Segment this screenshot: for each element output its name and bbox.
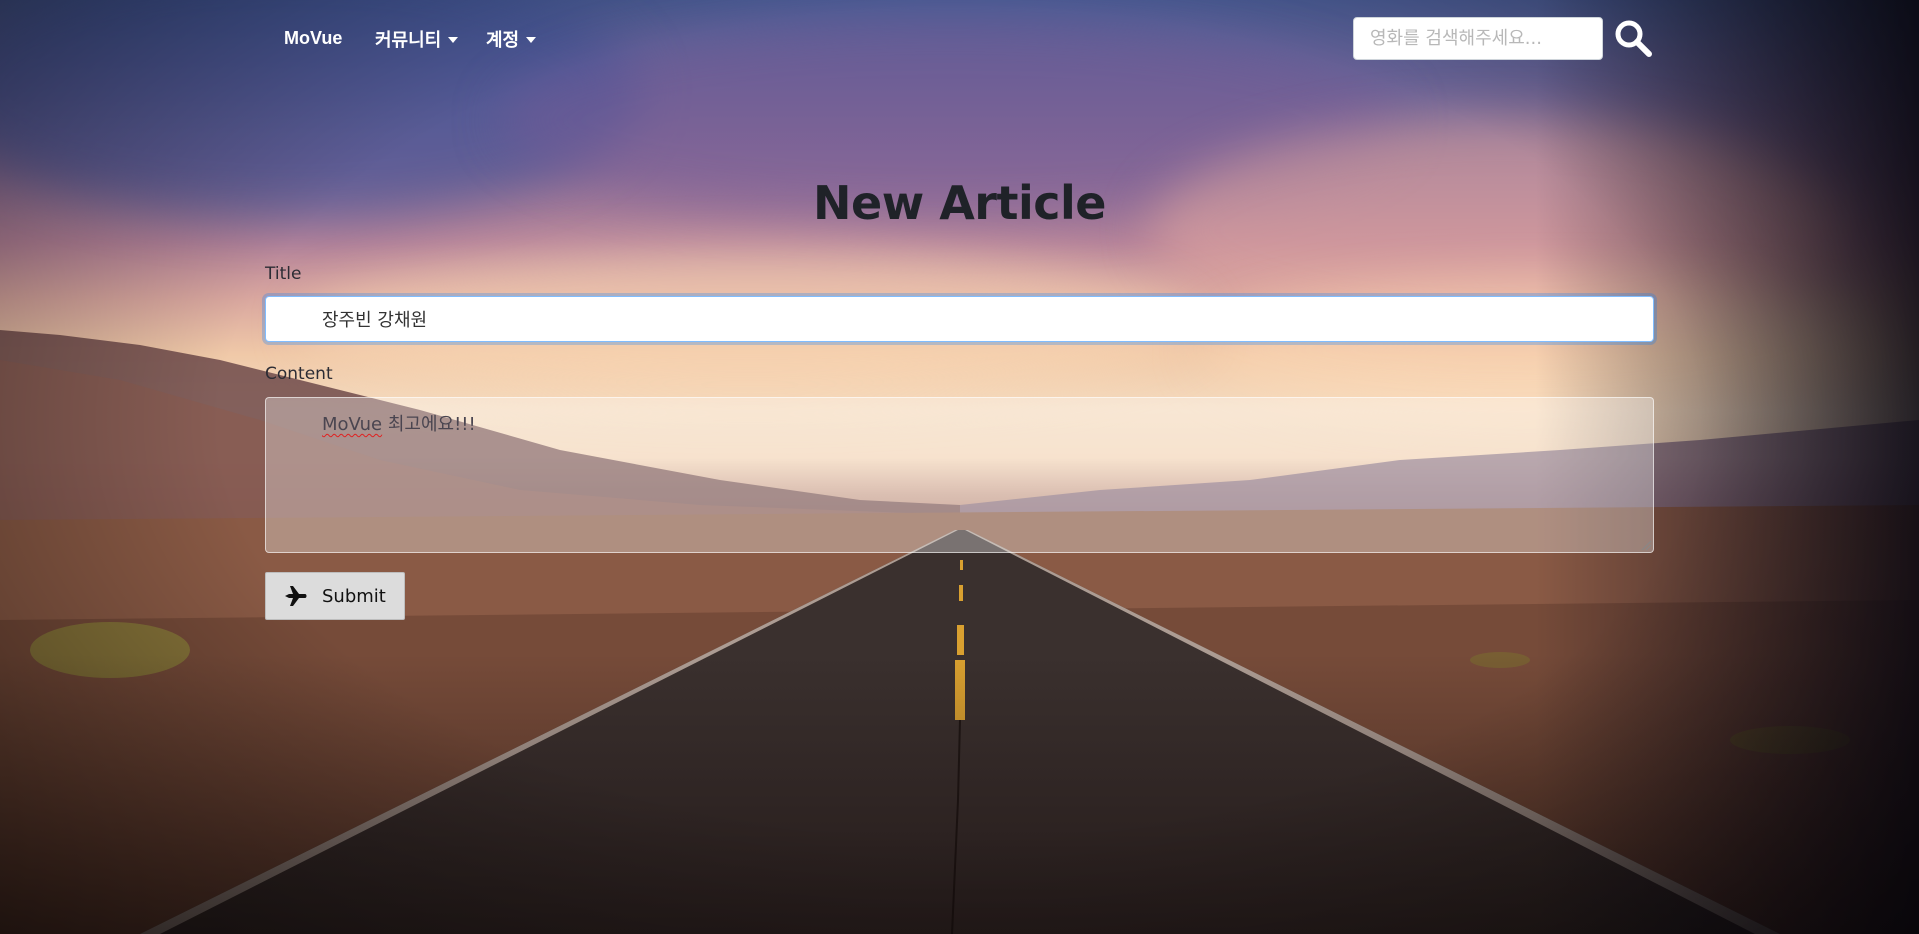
airplane-icon (285, 586, 307, 606)
community-dropdown-label: 커뮤니티 (375, 30, 442, 50)
top-navbar: MoVue 커뮤니티 계정 (0, 0, 1919, 76)
content-textarea[interactable]: MoVue 최고에요!!! (265, 397, 1654, 553)
resize-grip-icon[interactable] (1640, 539, 1652, 551)
search-button[interactable] (1612, 18, 1654, 60)
account-dropdown[interactable]: 계정 (486, 26, 537, 52)
title-input[interactable] (265, 296, 1654, 342)
caret-down-icon (448, 37, 459, 43)
page-title: New Article (813, 176, 1106, 230)
search-icon (1615, 20, 1652, 57)
misspelled-word: MoVue (322, 414, 383, 435)
brand-link[interactable]: MoVue (284, 28, 342, 49)
caret-down-icon (526, 37, 537, 43)
content-label: Content (265, 364, 333, 384)
content-text: 최고에요!!! (382, 414, 476, 435)
account-dropdown-label: 계정 (486, 30, 520, 50)
community-dropdown[interactable]: 커뮤니티 (375, 26, 459, 52)
submit-button[interactable]: Submit (265, 572, 405, 620)
movie-search-input[interactable] (1353, 17, 1603, 60)
submit-button-label: Submit (322, 585, 386, 607)
title-label: Title (265, 264, 302, 284)
